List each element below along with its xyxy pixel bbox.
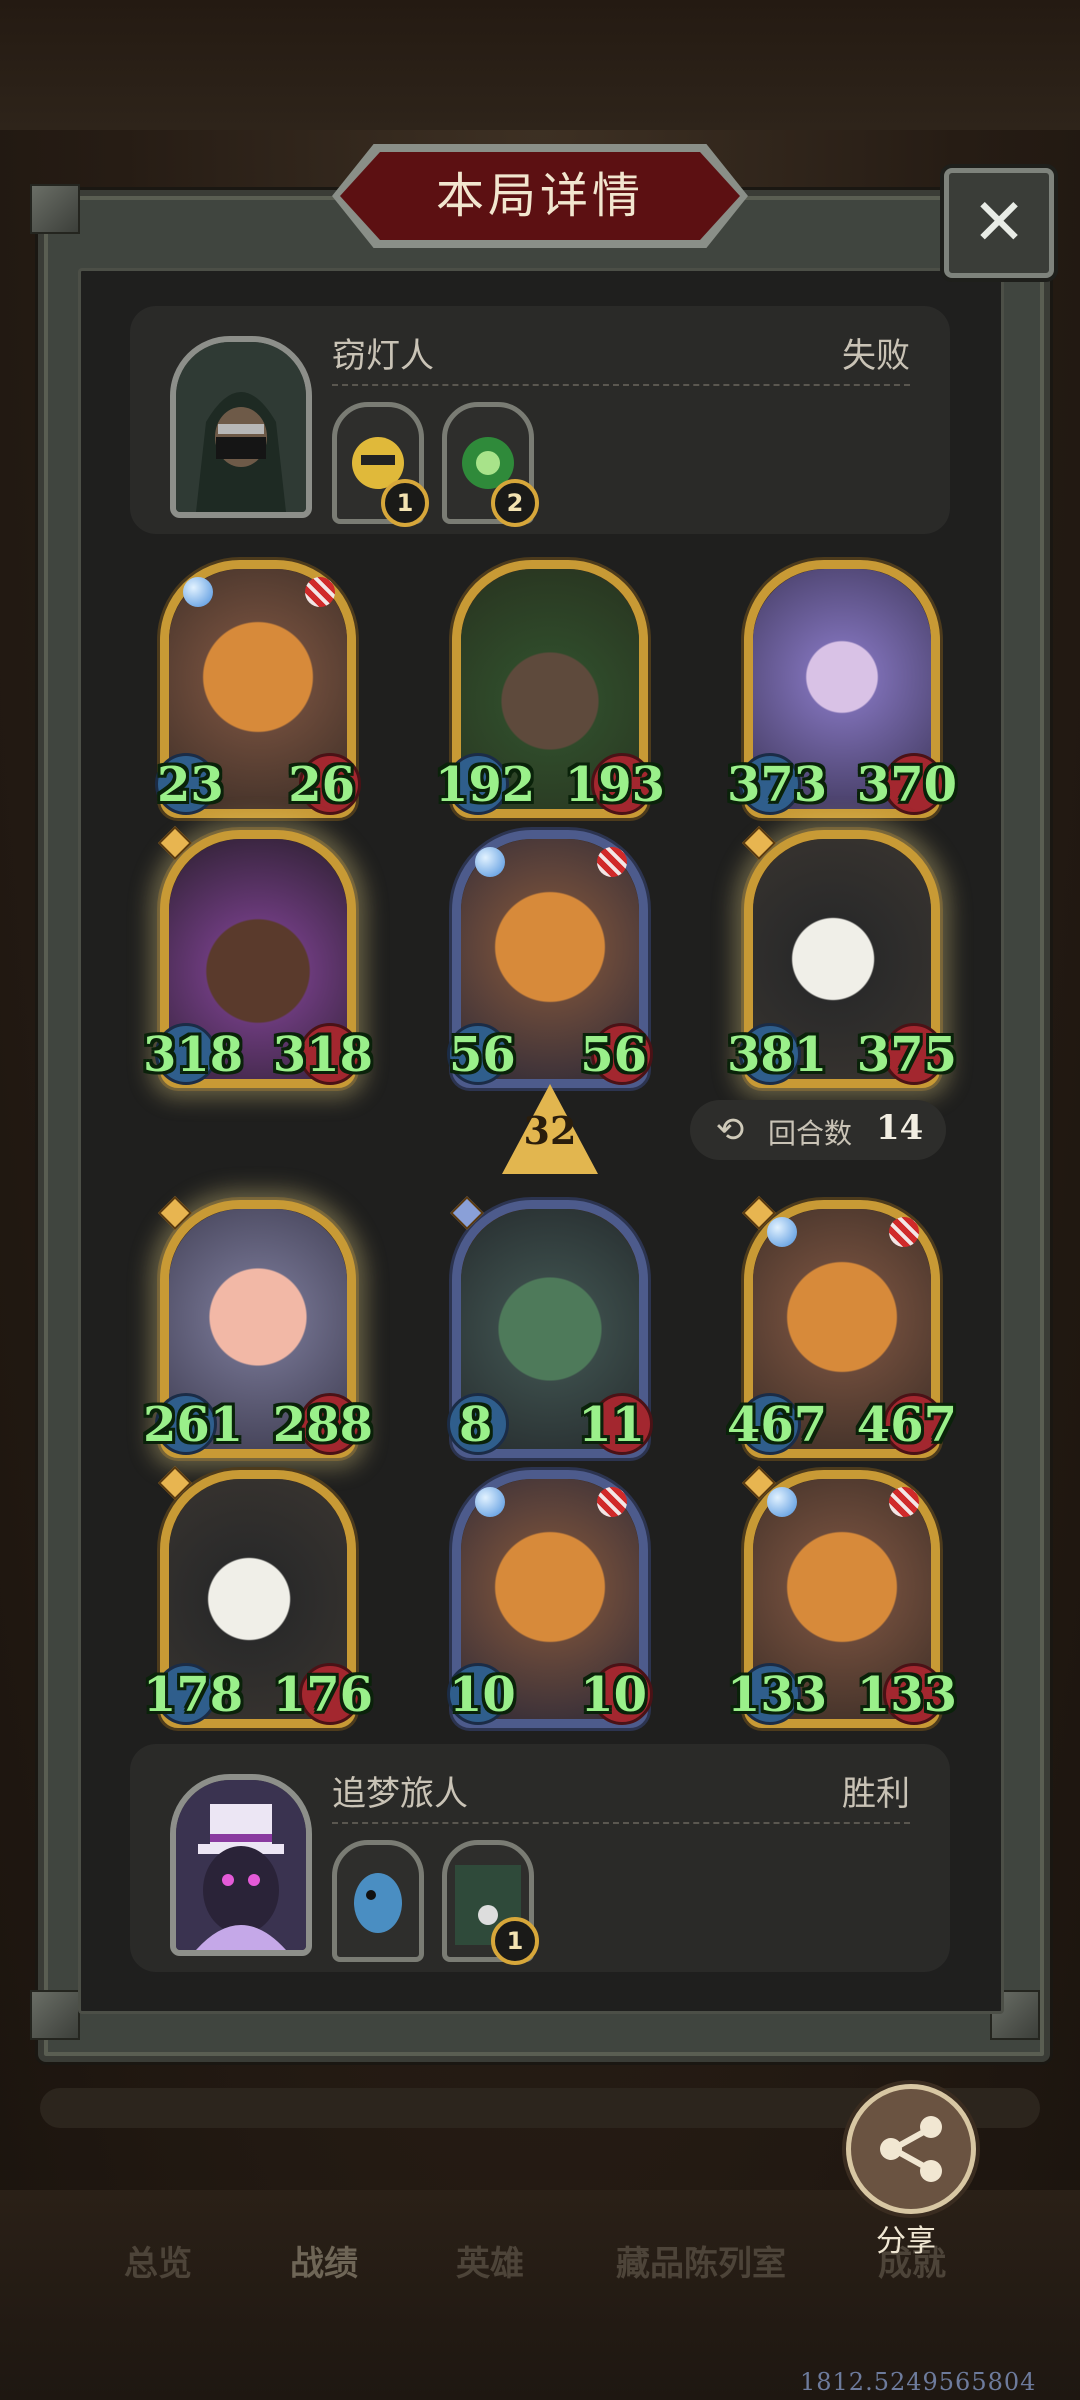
attack-value: 10 (449, 1667, 516, 1723)
opponent-result: 失败 (842, 336, 910, 376)
attack-value: 178 (143, 1667, 244, 1723)
hooded-hero-icon (176, 342, 306, 512)
health-value: 56 (580, 1027, 647, 1083)
share-button[interactable] (846, 2084, 976, 2214)
divider (332, 384, 910, 386)
player-avatar[interactable] (170, 1774, 312, 1956)
shield-gem-icon (767, 1487, 797, 1517)
attack-value: 23 (157, 757, 224, 813)
turn-counter: ⟲ 回合数 14 (690, 1100, 946, 1160)
player-name: 追梦旅人 (332, 1774, 468, 1814)
frame-corner (30, 184, 80, 234)
attack-value: 318 (143, 1027, 244, 1083)
player-item-card[interactable]: 1 (442, 1840, 539, 1965)
turn-value: 14 (876, 1108, 924, 1148)
opponent-item-card[interactable]: 2 (442, 402, 539, 527)
shield-gem-icon (183, 577, 213, 607)
divider (332, 1822, 910, 1824)
player-panel: 追梦旅人 胜利 1 (130, 1744, 950, 1972)
turn-label: 回合数 (768, 1117, 853, 1150)
reborn-gem-icon (889, 1217, 919, 1247)
health-value: 375 (856, 1027, 957, 1083)
page-title: 本局详情 (435, 168, 644, 224)
minion-card[interactable]: 192 193 (435, 560, 665, 818)
minion-card[interactable]: 8 11 (447, 1196, 653, 1458)
minion-card[interactable]: 467 467 (727, 1196, 957, 1458)
share-icon (880, 2116, 942, 2182)
attack-value: 467 (727, 1397, 828, 1453)
minion-card[interactable]: 381 375 (727, 826, 957, 1088)
health-value: 176 (272, 1667, 373, 1723)
opponent-avatar[interactable] (170, 336, 312, 518)
nav-collection[interactable]: 藏品陈列室 (616, 2236, 786, 2285)
item-count-badge: 2 (491, 479, 539, 527)
player-result: 胜利 (842, 1774, 910, 1814)
nav-overview[interactable]: 总览 (124, 2236, 192, 2285)
opponent-item-card[interactable]: 1 (332, 402, 429, 527)
frame-corner (30, 1990, 80, 2040)
reborn-gem-icon (597, 847, 627, 877)
blue-spirit-icon (354, 1873, 402, 1933)
shield-gem-icon (767, 1217, 797, 1247)
watermark-text: 1812.5249565804 (800, 2368, 1037, 2396)
minion-card[interactable]: 23 26 (155, 560, 361, 818)
health-value: 370 (856, 757, 957, 813)
attack-value: 381 (727, 1027, 828, 1083)
health-value: 26 (288, 757, 355, 813)
minion-card[interactable]: 373 370 (727, 560, 957, 818)
health-value: 133 (856, 1667, 957, 1723)
item-count-badge: 1 (381, 479, 429, 527)
attack-value: 133 (727, 1667, 828, 1723)
shield-gem-icon (475, 1487, 505, 1517)
reborn-gem-icon (597, 1487, 627, 1517)
minion-card[interactable]: 10 10 (447, 1470, 653, 1728)
shield-gem-icon (475, 847, 505, 877)
minion-card[interactable]: 318 318 (143, 826, 373, 1088)
opponent-panel: 窃灯人 失败 1 2 (130, 306, 950, 534)
health-value: 318 (272, 1027, 373, 1083)
opponent-name: 窃灯人 (332, 336, 434, 376)
player-item-card[interactable] (332, 1840, 424, 1962)
top-hat-hero-icon (176, 1780, 306, 1950)
reborn-gem-icon (889, 1487, 919, 1517)
share-label: 分享 (876, 2224, 936, 2259)
attack-value: 8 (459, 1397, 493, 1453)
health-value: 10 (580, 1667, 647, 1723)
minion-card[interactable]: 261 288 (143, 1196, 373, 1458)
nav-records[interactable]: 战绩 (290, 2236, 358, 2285)
close-icon: ✕ (972, 186, 1026, 260)
attack-value: 373 (727, 757, 828, 813)
nav-heroes[interactable]: 英雄 (456, 2236, 524, 2285)
refresh-icon: ⟲ (715, 1110, 745, 1150)
health-value: 288 (272, 1397, 373, 1453)
minion-card[interactable]: 178 176 (143, 1466, 373, 1728)
health-value: 11 (578, 1397, 645, 1453)
close-button[interactable]: ✕ (944, 168, 1054, 278)
attack-value: 192 (435, 757, 536, 813)
top-band (0, 0, 1080, 130)
health-value: 467 (856, 1397, 957, 1453)
tier-value: 32 (523, 1108, 577, 1153)
item-count-badge: 1 (491, 1917, 539, 1965)
reborn-gem-icon (305, 577, 335, 607)
health-value: 193 (564, 757, 665, 813)
minion-card[interactable]: 133 133 (727, 1466, 957, 1728)
attack-value: 261 (143, 1397, 244, 1453)
attack-value: 56 (449, 1027, 516, 1083)
minion-card[interactable]: 56 56 (447, 830, 653, 1088)
